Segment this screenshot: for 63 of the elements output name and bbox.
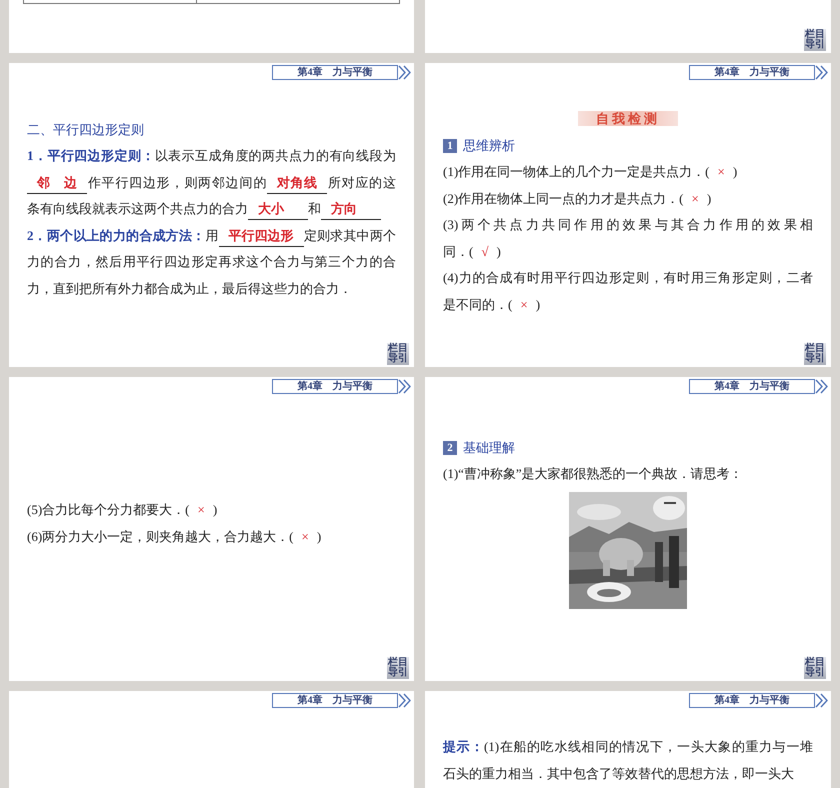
chapter-label: 第4章 力与平衡: [272, 65, 398, 80]
chapter-label: 第4章 力与平衡: [689, 379, 815, 394]
text-run: 所对应的这: [327, 174, 396, 190]
nav-button[interactable]: 栏目导引: [387, 343, 409, 365]
double-chevron-icon: [815, 379, 830, 394]
fill-in-line: 方向: [321, 199, 381, 220]
nav-button[interactable]: 栏目导引: [804, 343, 826, 365]
text-run: 和: [308, 201, 321, 216]
text-run: (3)两个共点力共同作用的效果与其合力作用的效果相: [443, 217, 813, 232]
answer-mark: ×: [519, 296, 529, 312]
answer-mark: ×: [690, 190, 700, 206]
text-run: (5)合力比每个分力都要大．(: [27, 502, 190, 517]
number-badge: 1: [443, 139, 457, 153]
nav-button[interactable]: 栏目导引: [804, 29, 826, 51]
text-run: 条有向线段就表示这两个共点力的合力: [27, 201, 248, 216]
section-title: 思维辨析: [463, 137, 515, 155]
section-title: 二、平行四边形定则: [27, 121, 145, 139]
answer-mark: ×: [300, 528, 310, 544]
banner-title: 自我检测: [578, 111, 678, 126]
text-run: ): [316, 528, 322, 544]
text-run: (1)作用在同一物体上的几个力一定是共点力．(: [443, 164, 710, 179]
answer-mark: √: [480, 244, 490, 258]
text-run: (1)在船的吃水线相同的情况下，一头大象的重力与一堆: [484, 739, 813, 754]
text-run: ): [536, 296, 540, 312]
chapter-label: 第4章 力与平衡: [272, 379, 398, 394]
section-title: 基础理解: [463, 439, 515, 457]
chapter-label: 第4章 力与平衡: [689, 693, 815, 708]
double-chevron-icon: [398, 379, 413, 394]
item-label: 提示：: [443, 739, 484, 754]
double-chevron-icon: [815, 693, 830, 708]
text-run: 是不同的．(: [443, 296, 512, 312]
text-run: 同．(: [443, 244, 474, 258]
answer-mark: ×: [196, 502, 206, 517]
fill-in-line: 大小: [248, 199, 308, 220]
text-run: 力，直到把所有外力都合成为止，最后得这些力的合力．: [27, 280, 352, 296]
number-badge: 2: [443, 441, 457, 455]
text-run: 力的合力，然后用平行四边形定再求这个合力与第三个力的合: [27, 254, 396, 269]
chapter-label: 第4章 力与平衡: [689, 65, 815, 80]
fill-in-line: 平行四边形: [218, 226, 304, 246]
nav-button[interactable]: 栏目导引: [387, 657, 409, 679]
double-chevron-icon: [398, 693, 413, 708]
chapter-label: 第4章 力与平衡: [272, 693, 398, 708]
text-run: 作平行四边形，则两邻边间的: [87, 174, 268, 190]
double-chevron-icon: [815, 65, 830, 80]
nav-button[interactable]: 栏目导引: [804, 657, 826, 679]
fill-in-line: 邻边: [27, 172, 87, 194]
text-run: 用: [205, 228, 219, 242]
text-run: ): [706, 190, 712, 206]
item-label: 2．两个以上的力的合成方法：: [27, 228, 206, 242]
item-label: 1．平行四边形定则：: [27, 148, 155, 163]
text-run: (2)作用在物体上同一点的力才是共点力．(: [443, 190, 684, 206]
text-run: ): [496, 244, 501, 258]
text-run: (6)两分力大小一定，则夹角越大，合力越大．(: [27, 528, 294, 544]
text-run: (1)“曹冲称象”是大家都很熟悉的一个典故．请思考：: [443, 466, 743, 481]
text-run: ): [732, 164, 738, 179]
answer-mark: ×: [716, 164, 726, 179]
text-run: 石头的重力相当．其中包含了等效替代的思想方法，即一头大: [443, 766, 794, 780]
text-run: 以表示互成角度的两共点力的有向线段为: [154, 148, 396, 163]
text-run: (4)力的合成有时用平行四边形定则，有时用三角形定则，二者: [443, 270, 813, 285]
fill-in-line: 对角线: [267, 172, 328, 194]
text-run: 定则求其中两个: [304, 228, 396, 242]
text-run: ): [212, 502, 218, 517]
double-chevron-icon: [398, 65, 413, 80]
